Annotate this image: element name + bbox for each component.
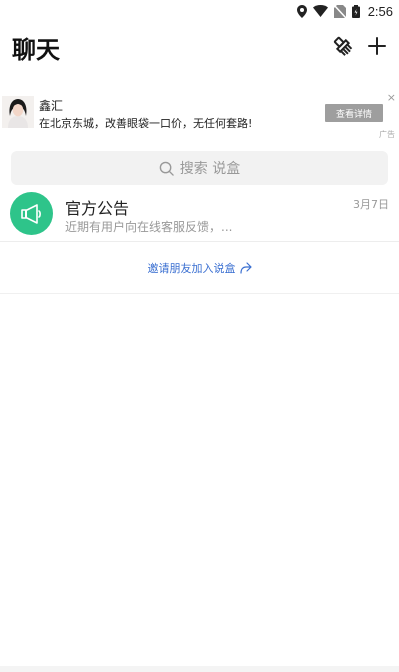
location-icon bbox=[296, 4, 307, 18]
no-sim-icon bbox=[333, 4, 346, 18]
search-input[interactable]: 搜索 说盒 bbox=[11, 151, 388, 185]
status-time: 2:56 bbox=[367, 3, 393, 19]
brush-icon bbox=[333, 36, 353, 56]
ad-banner[interactable]: 鑫汇 在北京东城，改善眼袋一口价，无任何套路! 查看详情 × 广告 bbox=[0, 91, 399, 142]
ad-badge: 广告 bbox=[379, 130, 395, 139]
status-bar: 2:56 bbox=[0, 0, 399, 22]
conversation-name: 官方公告 bbox=[65, 199, 130, 218]
conversation-avatar bbox=[10, 192, 53, 235]
conversation-item[interactable]: 官方公告 近期有用户向在线客服反馈，... 3月7日 bbox=[0, 186, 399, 242]
battery-icon bbox=[351, 4, 360, 18]
conversation-preview: 近期有用户向在线客服反馈，... bbox=[65, 220, 233, 234]
ad-avatar bbox=[2, 96, 34, 128]
ad-details-button[interactable]: 查看详情 bbox=[325, 104, 383, 122]
page-title: 聊天 bbox=[12, 36, 60, 64]
conversation-date: 3月7日 bbox=[353, 198, 389, 211]
megaphone-icon bbox=[20, 203, 41, 224]
bottom-bar bbox=[0, 666, 399, 672]
search-placeholder: 搜索 说盒 bbox=[179, 161, 241, 177]
header: 聊天 bbox=[0, 30, 399, 64]
search-icon bbox=[159, 161, 174, 176]
ad-close-button[interactable]: × bbox=[387, 91, 396, 104]
invite-row[interactable]: 邀请朋友加入说盒 bbox=[0, 242, 399, 294]
add-button[interactable] bbox=[365, 34, 389, 58]
clean-button[interactable] bbox=[331, 34, 355, 58]
wifi-icon bbox=[312, 5, 328, 17]
add-icon bbox=[368, 37, 386, 55]
invite-link[interactable]: 邀请朋友加入说盒 bbox=[148, 260, 236, 276]
ad-text: 在北京东城，改善眼袋一口价，无任何套路! bbox=[39, 117, 253, 130]
ad-name: 鑫汇 bbox=[39, 99, 64, 113]
share-icon bbox=[239, 261, 252, 274]
